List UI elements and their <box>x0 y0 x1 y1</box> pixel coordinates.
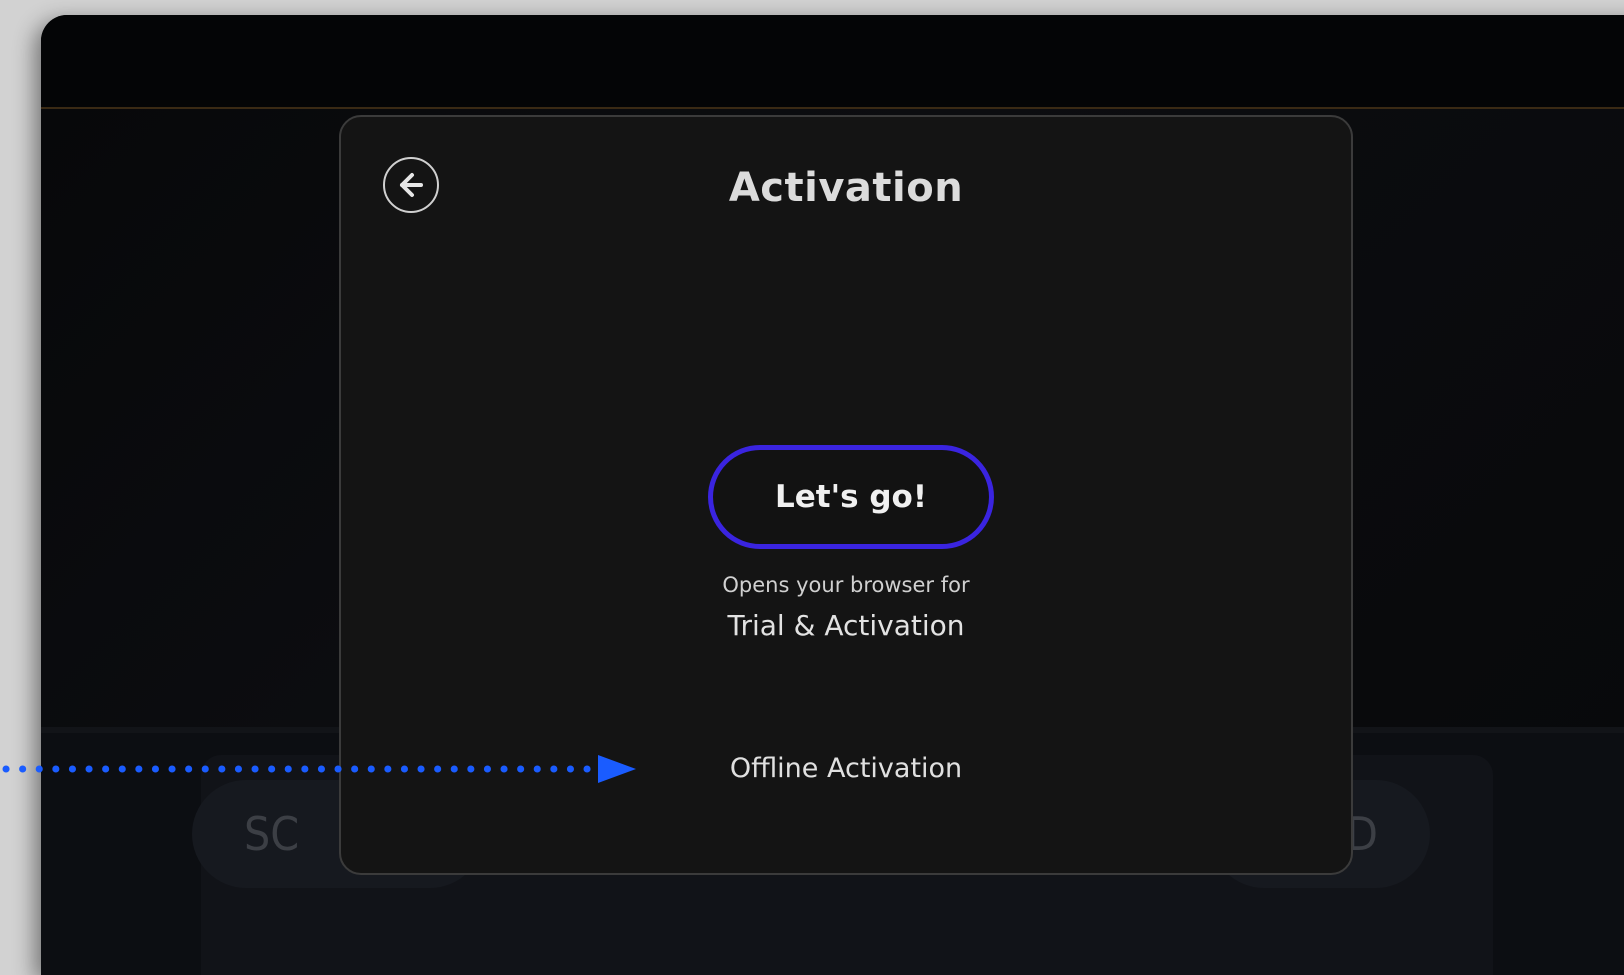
background-left-pill-label: SC <box>244 807 300 861</box>
lets-go-button-label: Let's go! <box>775 479 927 515</box>
offline-activation-label: Offline Activation <box>729 753 963 784</box>
dotted-arrow-right-icon <box>2 755 636 783</box>
plugin-top-bar <box>41 15 1624 109</box>
trial-activation-text: Trial & Activation <box>727 609 965 642</box>
dialog-title: Activation <box>728 165 964 211</box>
browser-hint-text: Opens your browser for <box>722 573 970 597</box>
lets-go-button[interactable]: Let's go! <box>708 445 994 549</box>
